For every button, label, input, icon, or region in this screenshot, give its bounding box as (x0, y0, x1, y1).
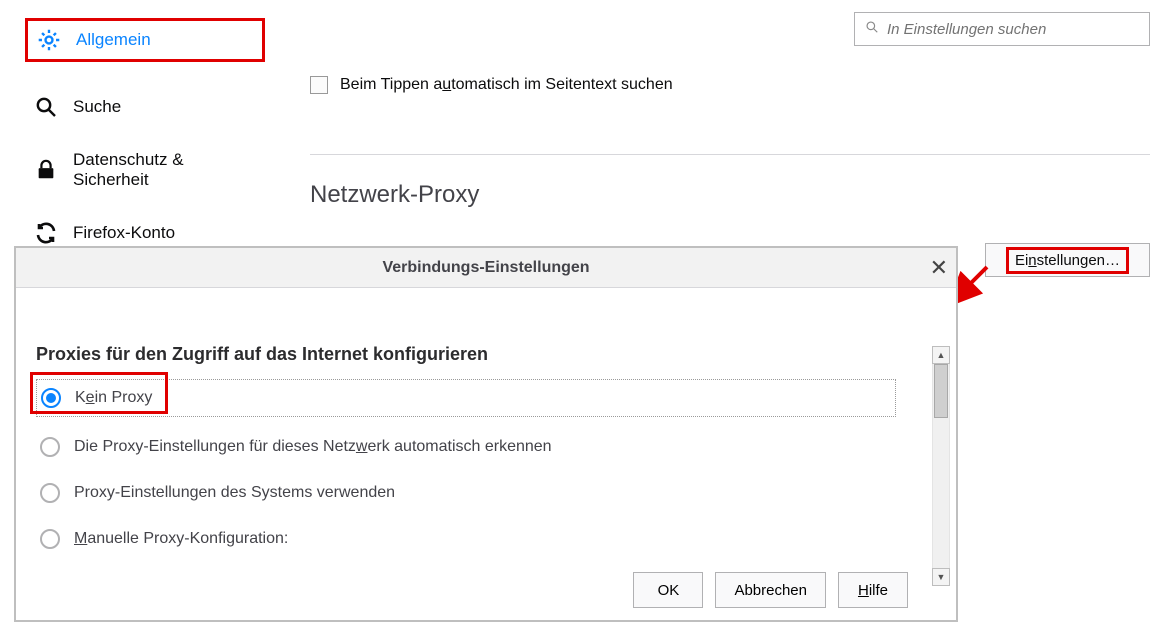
radio-label: Proxy-Einstellungen des Systems verwende… (74, 484, 395, 502)
sidebar-item-label: Datenschutz & Sicherheit (73, 150, 184, 190)
radio-label: Die Proxy-Einstellungen für dieses Netzw… (74, 438, 552, 456)
radio-icon (40, 483, 60, 503)
search-icon (33, 94, 59, 120)
section-title: Netzwerk-Proxy (310, 181, 1150, 209)
close-icon: ✕ (930, 255, 948, 280)
main-content: Beim Tippen automatisch im Seitentext su… (310, 76, 1150, 209)
checkbox-icon (310, 76, 328, 94)
radio-no-proxy[interactable]: Kein Proxy (36, 379, 896, 417)
checkbox-label: Beim Tippen automatisch im Seitentext su… (340, 76, 673, 94)
dialog-button-row: OK Abbrechen Hilfe (633, 572, 908, 608)
search-icon (865, 20, 879, 38)
radio-icon (40, 529, 60, 549)
checkbox-search-while-typing[interactable]: Beim Tippen automatisch im Seitentext su… (310, 76, 1150, 94)
radio-system-proxy[interactable]: Proxy-Einstellungen des Systems verwende… (36, 477, 896, 509)
sidebar-item-search[interactable]: Suche (25, 88, 265, 126)
dialog-body: Proxies für den Zugriff auf das Internet… (16, 288, 956, 622)
gear-icon (36, 27, 62, 53)
radio-label: Manuelle Proxy-Konfiguration: (74, 530, 288, 548)
search-input[interactable]: In Einstellungen suchen (854, 12, 1150, 46)
sidebar-item-label: Allgemein (76, 30, 151, 50)
cancel-button[interactable]: Abbrechen (715, 572, 826, 608)
sidebar-item-privacy[interactable]: Datenschutz & Sicherheit (25, 144, 265, 196)
scrollbar[interactable]: ▲ ▼ (932, 346, 952, 586)
search-placeholder: In Einstellungen suchen (887, 21, 1046, 38)
sidebar-item-general[interactable]: Allgemein (25, 18, 265, 62)
radio-label: Kein Proxy (75, 389, 152, 407)
dialog-title-text: Verbindungs-Einstellungen (382, 259, 589, 277)
scroll-up-icon[interactable]: ▲ (932, 346, 950, 364)
dialog-heading: Proxies für den Zugriff auf das Internet… (36, 344, 896, 365)
dialog-content: Proxies für den Zugriff auf das Internet… (36, 344, 896, 560)
settings-button-label: Einstellungen… (1006, 247, 1129, 274)
radio-icon (40, 437, 60, 457)
dialog-titlebar: Verbindungs-Einstellungen ✕ (16, 248, 956, 288)
radio-icon (41, 388, 61, 408)
help-button[interactable]: Hilfe (838, 572, 908, 608)
sidebar-item-label: Firefox-Konto (73, 223, 175, 243)
settings-button[interactable]: Einstellungen… (985, 243, 1150, 277)
connection-settings-dialog: Verbindungs-Einstellungen ✕ Proxies für … (14, 246, 958, 622)
scroll-down-icon[interactable]: ▼ (932, 568, 950, 586)
sidebar-item-label: Suche (73, 97, 121, 117)
scroll-thumb[interactable] (934, 364, 948, 418)
scroll-track[interactable] (932, 364, 950, 568)
ok-button[interactable]: OK (633, 572, 703, 608)
radio-manual-proxy[interactable]: Manuelle Proxy-Konfiguration: (36, 523, 896, 555)
lock-icon (33, 157, 59, 183)
divider (310, 154, 1150, 155)
sync-icon (33, 220, 59, 246)
radio-auto-detect[interactable]: Die Proxy-Einstellungen für dieses Netzw… (36, 431, 896, 463)
sidebar: Allgemein Suche Datenschutz & Sicherheit… (25, 18, 265, 270)
close-button[interactable]: ✕ (930, 257, 948, 279)
